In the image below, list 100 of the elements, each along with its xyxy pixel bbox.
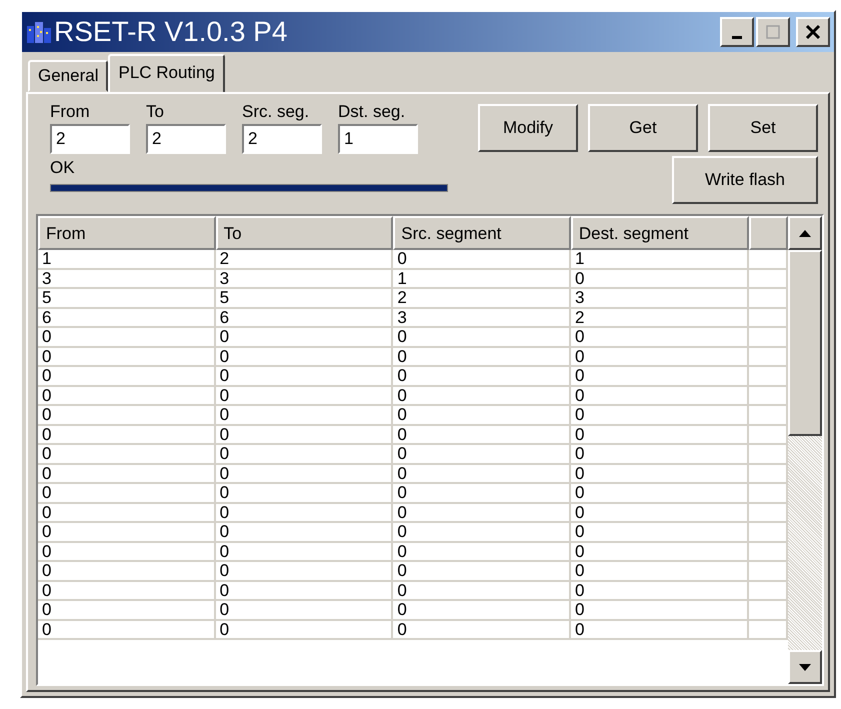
close-button[interactable]	[796, 17, 830, 47]
table-cell: 0	[393, 386, 571, 406]
table-cell: 0	[393, 426, 571, 445]
table-cell: 2	[393, 289, 571, 308]
table-cell: 5	[216, 289, 394, 308]
table-cell: 0	[38, 620, 216, 640]
column-header[interactable]: From	[38, 216, 216, 250]
input-field[interactable]: 2	[50, 124, 130, 154]
table-cell: 0	[216, 406, 394, 426]
table-cell: 0	[570, 582, 749, 601]
up-arrow-icon	[799, 230, 811, 236]
table-cell: 0	[216, 348, 394, 367]
action-button[interactable]: Modify	[478, 104, 578, 152]
scroll-thumb[interactable]	[788, 250, 822, 436]
write-flash-button[interactable]: Write flash	[672, 156, 818, 204]
table-cell: 0	[216, 601, 394, 620]
window-title: RSET-R V1.0.3 P4	[54, 16, 288, 48]
table-cell: 0	[570, 445, 749, 464]
table-cell: 0	[393, 562, 571, 582]
table-cell: 0	[393, 250, 571, 270]
field-label: Src. seg.	[242, 102, 310, 123]
table-cell: 0	[393, 328, 571, 348]
table-cell: 0	[570, 620, 749, 640]
table-cell: 0	[216, 367, 394, 386]
table-cell: 0	[216, 426, 394, 445]
table-cell: 0	[570, 270, 749, 289]
table-cell: 2	[216, 250, 394, 270]
table-cell: 0	[570, 426, 749, 445]
table-cell: 0	[570, 464, 749, 484]
table-cell: 0	[393, 445, 571, 464]
table-cell: 0	[393, 504, 571, 523]
table-cell: 0	[216, 445, 394, 464]
table-cell: 0	[570, 504, 749, 523]
table-cell: 0	[38, 464, 216, 484]
table-cell: 3	[570, 289, 749, 308]
scroll-down-button[interactable]	[788, 650, 822, 684]
table-cell: 0	[393, 406, 571, 426]
table-cell: 3	[393, 308, 571, 328]
tab[interactable]: General	[28, 60, 108, 92]
tab[interactable]: PLC Routing	[108, 54, 225, 92]
column-header[interactable]: To	[216, 216, 394, 250]
table-cell: 0	[216, 386, 394, 406]
down-arrow-icon	[799, 664, 811, 670]
table-cell: 0	[393, 464, 571, 484]
table-cell: 5	[38, 289, 216, 308]
input-field[interactable]: 2	[146, 124, 226, 154]
table-cell: 0	[216, 504, 394, 523]
table-cell: 0	[570, 484, 749, 504]
table-cell: 0	[38, 562, 216, 582]
table-cell: 0	[38, 523, 216, 542]
table-cell: 0	[38, 386, 216, 406]
table-cell: 0	[570, 348, 749, 367]
table-cell: 0	[38, 367, 216, 386]
table-cell: 0	[570, 386, 749, 406]
table-cell: 0	[570, 523, 749, 542]
buildings-icon	[26, 20, 52, 44]
table-cell: 0	[393, 484, 571, 504]
table-cell: 0	[393, 601, 571, 620]
table-cell: 0	[393, 582, 571, 601]
close-icon	[805, 24, 821, 40]
table-cell: 0	[38, 406, 216, 426]
table-cell: 0	[570, 562, 749, 582]
table-cell: 0	[38, 542, 216, 562]
table-cell: 6	[216, 308, 394, 328]
minimize-icon	[732, 36, 742, 38]
table-cell: 0	[393, 348, 571, 367]
field-label: Dst. seg.	[338, 102, 406, 123]
table-cell: 0	[38, 582, 216, 601]
table-cell: 0	[38, 484, 216, 504]
field-label: To	[146, 102, 165, 123]
table-cell: 0	[393, 367, 571, 386]
table-cell: 0	[38, 601, 216, 620]
table-cell: 0	[216, 582, 394, 601]
table-cell: 0	[216, 523, 394, 542]
action-button[interactable]: Get	[588, 104, 698, 152]
minimize-button[interactable]	[720, 17, 754, 47]
column-header[interactable]: Src. segment	[393, 216, 571, 250]
table-cell: 0	[216, 464, 394, 484]
table-cell: 2	[570, 308, 749, 328]
table-cell: 0	[216, 620, 394, 640]
table-cell: 0	[216, 562, 394, 582]
table-cell: 0	[38, 445, 216, 464]
table-cell: 0	[570, 367, 749, 386]
column-header[interactable]: Dest. segment	[570, 216, 748, 250]
table-cell: 6	[38, 308, 216, 328]
table-cell: 0	[393, 523, 571, 542]
scroll-up-button[interactable]	[788, 216, 822, 250]
table-cell: 0	[570, 328, 749, 348]
maximize-button[interactable]	[756, 17, 790, 47]
table-cell: 0	[216, 484, 394, 504]
table-cell: 0	[570, 406, 749, 426]
status-text: OK	[50, 158, 76, 178]
action-button[interactable]: Set	[708, 104, 818, 152]
input-field[interactable]: 1	[338, 124, 418, 154]
table-cell: 0	[216, 328, 394, 348]
vertical-scrollbar[interactable]	[788, 216, 822, 684]
input-field[interactable]: 2	[242, 124, 322, 154]
table-cell: 0	[393, 620, 571, 640]
table-cell: 0	[38, 348, 216, 367]
table-cell: 0	[570, 542, 749, 562]
